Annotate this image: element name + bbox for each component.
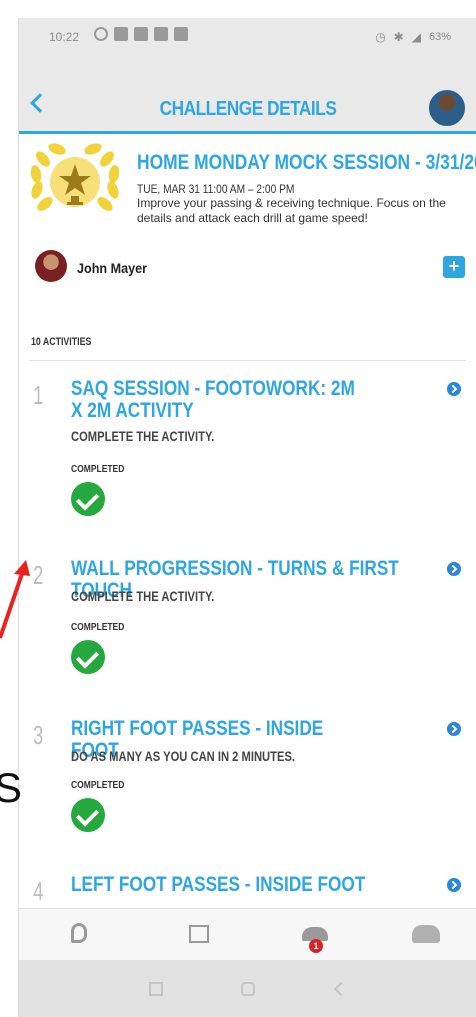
challenge-title: HOME MONDAY MOCK SESSION - 3/31/20 [137, 151, 476, 174]
battery-level: 63% [428, 31, 451, 43]
profile-avatar[interactable] [427, 88, 467, 128]
activity-item[interactable]: 2 WALL PROGRESSION - TURNS & FIRST TOUCH… [19, 558, 476, 688]
challenge-laurel-badge-icon [30, 143, 120, 211]
chevron-right-icon[interactable] [447, 562, 461, 576]
annotation-arrow-icon [0, 560, 30, 639]
user-name: John Mayer [77, 260, 148, 276]
activity-title: SAQ SESSION - FOOTOWORK: 2M X 2M ACTIVIT… [71, 377, 355, 422]
notification-icon [114, 27, 128, 41]
completed-check-icon [71, 482, 105, 516]
system-indicators: ◷ ✱ ◢ 63% [375, 30, 451, 44]
page-title: CHALLENGE DETAILS [159, 98, 337, 120]
annotation-letter: S [0, 764, 23, 811]
signal-icon: ◢ [411, 30, 421, 44]
back-arrow-icon[interactable] [334, 982, 348, 996]
activity-number: 1 [33, 380, 44, 410]
bluetooth-icon: ✱ [393, 30, 404, 44]
bottom-nav: 1 [19, 908, 476, 960]
chevron-right-icon[interactable] [447, 722, 461, 736]
activity-number: 4 [33, 876, 44, 906]
activity-subtitle: COMPLETE THE ACTIVITY. [71, 428, 215, 444]
activity-title: LEFT FOOT PASSES - INSIDE FOOT [71, 874, 366, 896]
status-bar: 10:22 ◷ ✱ ◢ 63% [19, 18, 476, 62]
app-header: CHALLENGE DETAILS [19, 62, 476, 134]
alarm-icon: ◷ [375, 30, 386, 44]
back-chevron-icon[interactable] [30, 93, 50, 113]
chevron-right-icon[interactable] [447, 382, 461, 396]
challenge-date: TUE, MAR 31 11:00 AM – 2:00 PM [137, 182, 295, 196]
system-nav-bar [19, 960, 476, 1017]
home-logo-icon[interactable] [67, 921, 95, 947]
challenge-description: Improve your passing & receiving techniq… [137, 196, 446, 225]
completed-check-icon [71, 640, 105, 674]
activity-subtitle: COMPLETE THE ACTIVITY. [71, 588, 215, 604]
mail-icon [174, 27, 188, 41]
divider [29, 360, 466, 361]
activity-item[interactable]: 4 LEFT FOOT PASSES - INSIDE FOOT [19, 874, 476, 908]
team-icon[interactable] [412, 921, 440, 947]
chevron-right-icon[interactable] [447, 878, 461, 892]
recent-apps-icon[interactable] [149, 982, 163, 996]
activity-status: COMPLETED [71, 780, 125, 791]
notification-icons [94, 27, 188, 41]
home-button-icon[interactable] [241, 982, 255, 996]
activity-status: COMPLETED [71, 622, 125, 633]
completed-check-icon [71, 798, 105, 832]
activity-number: 2 [33, 560, 44, 590]
activity-item[interactable]: 1 SAQ SESSION - FOOTOWORK: 2M X 2M ACTIV… [19, 378, 476, 528]
user-avatar [35, 250, 67, 282]
calendar-icon[interactable] [185, 921, 213, 947]
activity-status: COMPLETED [71, 464, 125, 475]
activities-count: 10 ACTIVITIES [31, 336, 92, 348]
app-screen: 10:22 ◷ ✱ ◢ 63% CHALLENGE DETAILS HOME M… [18, 18, 476, 1017]
photo-icon [154, 27, 168, 41]
activity-number: 3 [33, 720, 44, 750]
status-time: 10:22 [49, 30, 80, 44]
gallery-icon [134, 27, 148, 41]
location-icon [94, 27, 108, 41]
activity-item[interactable]: 3 RIGHT FOOT PASSES - INSIDE FOOT DO AS … [19, 718, 476, 848]
add-button[interactable]: + [443, 256, 465, 278]
participant-row: John Mayer + [29, 248, 469, 288]
notification-badge: 1 [309, 939, 323, 953]
activity-subtitle: DO AS MANY AS YOU CAN IN 2 MINUTES. [71, 748, 296, 764]
